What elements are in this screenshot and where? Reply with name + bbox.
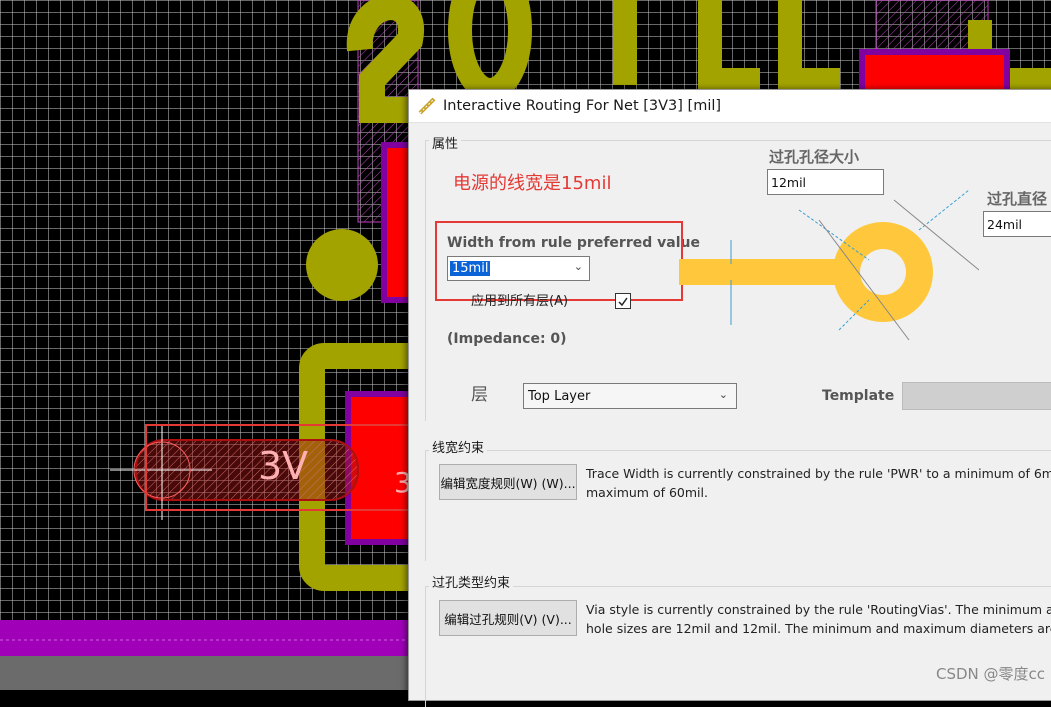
annotation-text: 电源的线宽是15mil [453,173,612,194]
impedance-text: (Impedance: 0) [447,331,567,347]
layer-label: 层 [471,385,488,405]
width-constraint-text-2: maximum of 60mil. [586,485,708,500]
component-pad [859,49,1010,95]
via-diameter-label: 过孔直径 [987,190,1048,208]
via-circle [306,229,378,301]
silkscreen-text [448,0,532,102]
layer-select[interactable]: Top Layer ⌄ [523,383,737,409]
routing-tool-icon [418,97,436,115]
check-icon [618,297,628,307]
apply-all-layers-label: 应用到所有层(A) [471,294,569,309]
via-hole-label: 过孔孔径大小 [769,148,860,166]
via-constraint-text-1: Via style is currently constrained by th… [586,602,1051,617]
template-select[interactable] [902,382,1051,410]
silkscreen-text [778,0,840,92]
via-diameter-field[interactable]: 24mil [983,211,1051,237]
title-bar[interactable]: Interactive Routing For Net [3V3] [mil] [409,90,1051,123]
silkscreen-text [698,0,760,92]
template-label: Template [822,388,895,404]
edit-via-rule-button[interactable]: 编辑过孔规则(V) (V)... [439,600,577,636]
width-constraint-label: 线宽约束 [429,437,488,456]
width-constraint-text-1: Trace Width is currently constrained by … [586,466,1051,481]
properties-group-label: 属性 [429,133,462,152]
via-constraint-label: 过孔类型约束 [429,572,514,591]
layer-value: Top Layer [528,388,591,404]
width-highlight-box [435,221,683,301]
dialog-title: Interactive Routing For Net [3V3] [mil] [443,98,722,114]
edit-width-rule-button[interactable]: 编辑宽度规则(W) (W)... [439,464,577,500]
via-diagram [679,190,979,341]
trace-highlight-box [145,424,413,511]
via-constraint-text-2: hole sizes are 12mil and 12mil. The mini… [586,621,1051,636]
interactive-routing-dialog: Interactive Routing For Net [3V3] [mil] … [408,89,1051,707]
apply-all-layers-checkbox[interactable] [615,293,631,309]
chevron-down-icon: ⌄ [718,388,728,401]
watermark: CSDN @零度cc [935,665,1045,683]
